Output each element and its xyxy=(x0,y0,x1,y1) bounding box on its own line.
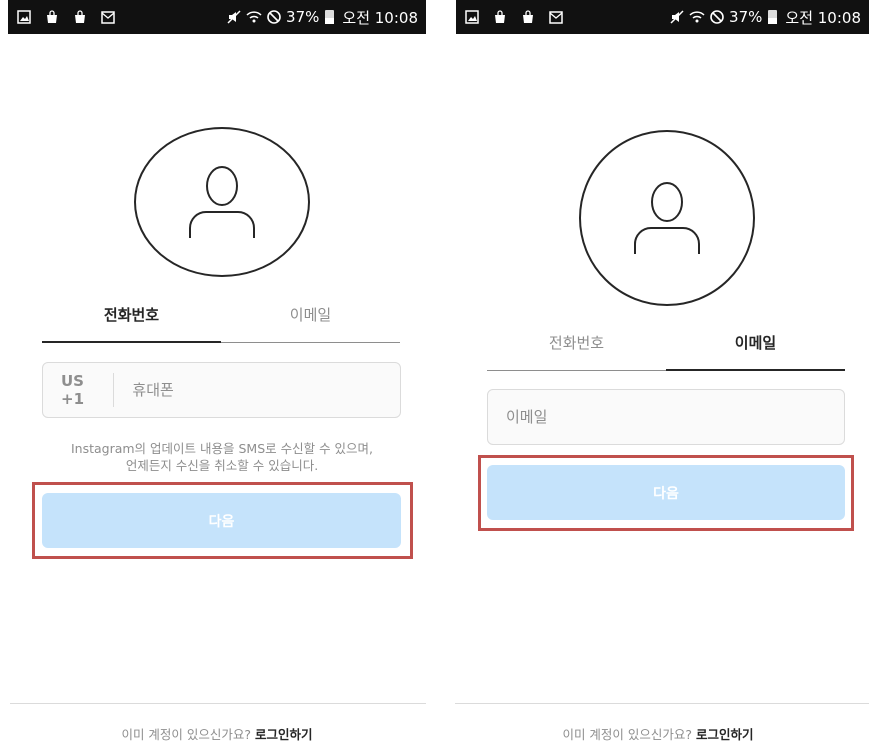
battery-icon xyxy=(768,10,778,24)
login-question: 이미 계정이 있으신가요? xyxy=(562,727,693,742)
tab-email[interactable]: 이메일 xyxy=(666,332,845,353)
wifi-icon xyxy=(246,9,262,25)
mail-icon xyxy=(548,9,564,25)
highlight-box xyxy=(478,455,854,531)
profile-avatar xyxy=(134,127,310,277)
battery-icon xyxy=(325,10,335,24)
login-link[interactable]: 로그인하기 xyxy=(255,727,313,742)
clock: 오전 10:08 xyxy=(342,8,418,27)
status-bar: 37% 오전 10:08 xyxy=(456,0,869,34)
person-icon xyxy=(634,182,700,254)
gallery-icon xyxy=(464,9,480,25)
footer-divider xyxy=(455,703,869,704)
mute-icon xyxy=(669,9,685,25)
phone-input[interactable] xyxy=(114,381,400,399)
shopping-bag-icon xyxy=(72,9,88,25)
signup-tabs: 전화번호 이메일 xyxy=(42,304,400,325)
phone-signup-screen: 37% 오전 10:08 전화번호 이메일 US +1 Instagram의 업… xyxy=(0,0,434,744)
tab-email[interactable]: 이메일 xyxy=(221,304,400,325)
highlight-box xyxy=(32,482,413,559)
sms-note-line2: 언제든지 수신을 취소할 수 있습니다. xyxy=(125,458,319,473)
shopping-bag-icon xyxy=(520,9,536,25)
sms-note-line1: Instagram의 업데이트 내용을 SMS로 수신할 수 있으며, xyxy=(70,441,374,456)
phone-field: US +1 xyxy=(42,362,401,418)
screen-gap xyxy=(434,0,447,744)
footer-divider xyxy=(10,703,426,704)
country-code-selector[interactable]: US +1 xyxy=(43,372,115,408)
gallery-icon xyxy=(16,9,32,25)
blocked-icon xyxy=(266,9,282,25)
person-icon xyxy=(189,166,255,238)
shopping-bag-icon xyxy=(44,9,60,25)
login-link[interactable]: 로그인하기 xyxy=(696,727,754,742)
login-prompt: 이미 계정이 있으신가요? 로그인하기 xyxy=(447,724,869,743)
profile-avatar xyxy=(579,130,755,306)
email-field xyxy=(487,389,845,445)
tab-phone[interactable]: 전화번호 xyxy=(487,332,666,353)
clock: 오전 10:08 xyxy=(785,8,861,27)
mute-icon xyxy=(226,9,242,25)
email-input[interactable] xyxy=(488,408,844,426)
email-signup-screen: 37% 오전 10:08 전화번호 이메일 다음 이미 계정이 있으신가요?로그… xyxy=(447,0,869,744)
login-prompt: 이미 계정이 있으신가요? 로그인하기 xyxy=(0,724,434,743)
tab-phone[interactable]: 전화번호 xyxy=(42,304,221,325)
signup-tabs: 전화번호 이메일 xyxy=(487,332,845,353)
tab-active-indicator xyxy=(666,369,845,371)
mail-icon xyxy=(100,9,116,25)
wifi-icon xyxy=(689,9,705,25)
battery-percent: 37% xyxy=(729,8,763,26)
tab-active-indicator xyxy=(42,341,221,343)
blocked-icon xyxy=(709,9,725,25)
sms-note: Instagram의 업데이트 내용을 SMS로 수신할 수 있으며, 언제든지… xyxy=(20,440,424,474)
login-question: 이미 계정이 있으신가요? xyxy=(121,727,252,742)
battery-percent: 37% xyxy=(286,8,320,26)
shopping-bag-icon xyxy=(492,9,508,25)
status-bar: 37% 오전 10:08 xyxy=(8,0,426,34)
